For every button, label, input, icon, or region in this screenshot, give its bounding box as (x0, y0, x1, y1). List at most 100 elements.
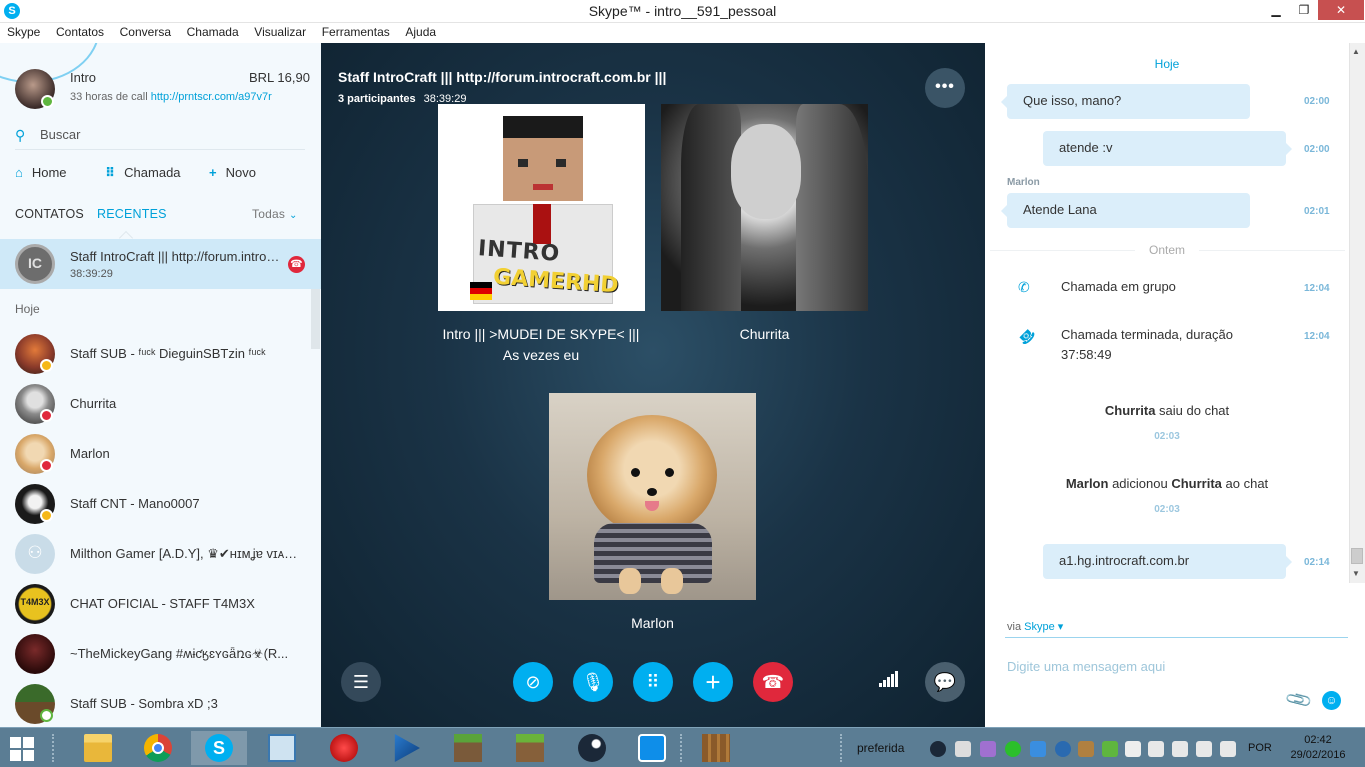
busy-status-icon (40, 459, 53, 472)
contact-item[interactable]: ~TheMickeyGang #ʍɨƈӄɛʏɢǟռɢ☣(R... (0, 629, 312, 679)
system-actor[interactable]: Marlon (1066, 476, 1109, 491)
tab-contacts[interactable]: CONTATOS (15, 207, 84, 221)
minecraft-icon[interactable] (440, 731, 496, 765)
tray-app-icon[interactable] (1078, 741, 1094, 757)
chevron-down-icon: ▾ (1057, 621, 1064, 633)
flag-icon (470, 282, 492, 300)
clock[interactable]: 02:42 29/02/2016 (1288, 733, 1348, 763)
dialpad-icon[interactable]: ⠿ (633, 662, 673, 702)
signal-strength-icon[interactable] (879, 671, 901, 687)
volume-icon[interactable] (1220, 741, 1236, 757)
dog-nose (647, 488, 657, 496)
participant-video-intro[interactable]: INTRO GAMERHD (438, 104, 645, 311)
tray-app-icon[interactable] (955, 741, 971, 757)
system-time: 02:03 (1154, 504, 1180, 515)
chat-scrollbar[interactable] (1349, 43, 1365, 583)
video-off-icon[interactable]: ⊘ (513, 662, 553, 702)
contact-item[interactable]: Staff CNT - Mano0007 (0, 479, 312, 529)
contact-item[interactable]: Staff SUB - ᶠᵘᶜᵏ DieguinSBTzin ᶠᵘᶜᵏ (0, 329, 312, 379)
contact-item[interactable]: Staff SUB - Sombra xD ;3 (0, 679, 312, 727)
steam-icon[interactable] (564, 731, 620, 765)
menu-contatos[interactable]: Contatos (49, 23, 109, 39)
mood-link[interactable]: http://prntscr.com/a97v7r (151, 91, 272, 103)
media-player-icon[interactable] (378, 731, 434, 765)
more-options-icon[interactable]: ••• (925, 68, 965, 108)
call-button[interactable]: ⠿ Chamada (105, 165, 181, 181)
attach-icon[interactable]: 📎 (1284, 685, 1314, 715)
search-box[interactable]: ⚲ Buscar (15, 124, 305, 150)
steam-tray-icon[interactable] (930, 741, 946, 757)
maximize-button[interactable]: ❐ (1290, 0, 1318, 20)
control-panel-icon[interactable] (254, 731, 310, 765)
home-button[interactable]: ⌂ Home (15, 165, 67, 180)
message-time: 02:00 (1304, 144, 1330, 155)
windows-start-icon[interactable] (10, 737, 34, 761)
scroll-thumb[interactable] (1351, 548, 1363, 564)
filter-dropdown[interactable]: Todas ⌄ (252, 207, 298, 221)
participant-name: Intro ||| >MUDEI DE SKYPE< ||| As vezes … (442, 326, 640, 363)
microphone-icon[interactable]: 🎙 (573, 662, 613, 702)
message-input[interactable]: Digite uma mensagem aqui (1007, 659, 1165, 674)
contact-item[interactable]: Marlon (0, 429, 312, 479)
minecraft-launcher-icon[interactable] (502, 731, 558, 765)
contact-item[interactable]: ⚇ Milthon Gamer [A.D.Y], ♛✔ʜɪᴍʝɐ ᴠɪᴀᴛᴏʀ (0, 529, 312, 579)
avatar-tie (533, 204, 551, 244)
tray-app-icon[interactable] (1055, 741, 1071, 757)
tray-app-icon[interactable] (1102, 741, 1118, 757)
participant-video-marlon[interactable] (549, 393, 756, 600)
tray-app-icon[interactable] (1196, 741, 1212, 757)
scroll-up-icon[interactable]: ▲ (1352, 47, 1360, 56)
tray-toolbar-label[interactable]: preferida (857, 741, 904, 755)
emoticon-icon[interactable]: ☺ (1322, 691, 1341, 710)
add-participant-icon[interactable]: + (693, 662, 733, 702)
profile-name[interactable]: Intro (70, 70, 96, 85)
away-status-icon (40, 359, 53, 372)
input-language[interactable]: POR (1248, 742, 1272, 754)
call-title: Staff IntroCraft ||| http://forum.introc… (338, 69, 667, 85)
tray-app-icon[interactable] (980, 741, 996, 757)
menu-ferramentas[interactable]: Ferramentas (315, 23, 395, 39)
sidebar-scrollbar[interactable] (311, 289, 320, 349)
menu-visualizar[interactable]: Visualizar (247, 23, 311, 39)
message-bubble[interactable]: Que isso, mano? (1001, 84, 1250, 119)
contact-avatar: T4M3X (15, 584, 55, 624)
tray-app-icon[interactable] (1148, 741, 1164, 757)
hang-up-icon[interactable]: ☎ (288, 256, 305, 273)
tab-recent[interactable]: RECENTES (97, 207, 167, 221)
recorder-icon[interactable] (316, 731, 372, 765)
contact-item[interactable]: Churrita (0, 379, 312, 429)
new-button[interactable]: + Novo (209, 165, 256, 180)
dog-eye (665, 468, 674, 477)
menu-ajuda[interactable]: Ajuda (398, 23, 441, 39)
skype-taskbar-icon[interactable]: S (191, 731, 247, 765)
tray-app-icon[interactable] (1030, 741, 1046, 757)
contact-item[interactable]: T4M3X CHAT OFICIAL - STAFF T4M3X (0, 579, 312, 629)
skype-credit[interactable]: BRL 16,90 (249, 70, 310, 85)
system-actor[interactable]: Churrita (1105, 403, 1156, 418)
tray-app-icon[interactable] (1005, 741, 1021, 757)
dog-shirt (594, 523, 712, 583)
menu-conversa[interactable]: Conversa (113, 23, 176, 39)
chat-toggle-icon[interactable]: 💬 (925, 662, 965, 702)
action-center-icon[interactable] (1125, 741, 1141, 757)
teamviewer-icon[interactable] (624, 731, 680, 765)
message-bubble[interactable]: Atende Lana (1001, 193, 1250, 228)
crafting-table-icon[interactable] (688, 731, 744, 765)
menu-chamada[interactable]: Chamada (180, 23, 244, 39)
participant-video-churrita[interactable] (661, 104, 868, 311)
scroll-down-icon[interactable]: ▼ (1352, 569, 1360, 578)
participants-list-icon[interactable]: ☰ (341, 662, 381, 702)
menu-skype[interactable]: Skype (0, 23, 45, 39)
message-bubble[interactable]: atende :v (1043, 131, 1292, 166)
system-target[interactable]: Churrita (1171, 476, 1222, 491)
close-button[interactable]: ✕ (1318, 0, 1364, 20)
via-service-dropdown[interactable]: Skype ▾ (1024, 621, 1063, 633)
active-call-item[interactable]: Staff IntroCraft ||| http://forum.introc… (0, 239, 321, 289)
network-icon[interactable] (1172, 741, 1188, 757)
participants-count[interactable]: 3 participantes (338, 93, 416, 105)
chrome-icon[interactable] (130, 731, 186, 765)
message-bubble[interactable]: a1.hg.introcraft.com.br (1043, 544, 1292, 579)
file-explorer-icon[interactable] (70, 731, 126, 765)
minimize-button[interactable]: ▁ (1262, 0, 1290, 20)
hang-up-icon[interactable]: ☎ (753, 662, 793, 702)
